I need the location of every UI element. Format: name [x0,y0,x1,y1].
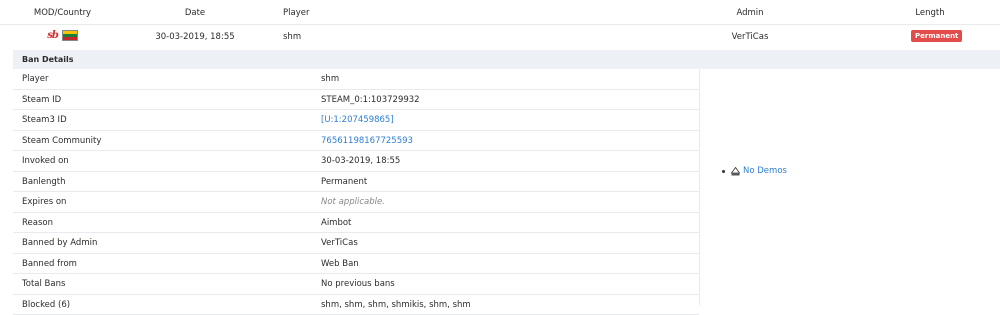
col-mod-country: MOD/Country [0,8,125,18]
detail-row-steam-id: Steam ID STEAM_0:1:103729932 [13,90,699,111]
detail-label: Steam Community [22,136,101,146]
detail-label: Banned from [22,259,77,269]
col-player: Player [283,8,309,18]
ban-details-title: Ban Details [13,50,1000,69]
detail-row-steam-community: Steam Community 76561198167725593 [13,131,699,152]
detail-value: 30-03-2019, 18:55 [321,156,400,166]
detail-label: Banlength [22,177,66,187]
detail-value: Aimbot [321,218,351,228]
detail-row-player: Player shm [13,69,699,90]
detail-label: Player [22,74,48,84]
ban-player: shm [283,32,301,42]
detail-value: Not applicable. [321,197,385,207]
detail-row-reason: Reason Aimbot [13,213,699,234]
table-header: MOD/Country Date Player Admin Length [0,0,1000,25]
col-date: Date [150,8,240,18]
demos-panel: No Demos [699,69,1000,305]
ban-date: 30-03-2019, 18:55 [150,32,240,42]
detail-row-banned-from: Banned from Web Ban [13,254,699,275]
col-length: Length [880,8,980,18]
detail-label: Blocked (6) [22,300,70,310]
col-admin: Admin [705,8,795,18]
ban-list-view: MOD/Country Date Player Admin Length sb … [0,0,1000,309]
detail-value: STEAM_0:1:103729932 [321,95,420,105]
detail-value: No previous bans [321,279,395,289]
mod-country-cell: sb [0,30,125,41]
detail-label: Total Bans [22,279,65,289]
detail-value: Permanent [321,177,367,187]
detail-label: Expires on [22,197,66,207]
steam-community-link[interactable]: 76561198167725593 [321,136,413,146]
steam3-link[interactable]: [U:1:207459865] [321,115,394,125]
bullet-icon [722,170,725,173]
ban-details-panel: Ban Details Player shm Steam ID STEAM_0:… [13,50,1000,315]
detail-value: VerTiCas [321,238,358,248]
detail-row-invoked-on: Invoked on 30-03-2019, 18:55 [13,151,699,172]
detail-label: Steam3 ID [22,115,67,125]
demo-item: No Demos [722,166,787,176]
detail-value: shm, shm, shm, shmikis, shm, shm [321,300,471,310]
detail-label: Banned by Admin [22,238,97,248]
ban-admin: VerTiCas [705,32,795,42]
ban-row[interactable]: sb 30-03-2019, 18:55 shm VerTiCas Perman… [0,25,1000,49]
detail-row-blocked: Blocked (6) shm, shm, shm, shmikis, shm,… [13,295,699,315]
detail-row-banlength: Banlength Permanent [13,172,699,193]
demo-icon [731,167,740,176]
detail-label: Reason [22,218,53,228]
detail-value: Web Ban [321,259,359,269]
detail-row-banned-by-admin: Banned by Admin VerTiCas [13,233,699,254]
detail-value: shm [321,74,339,84]
detail-row-total-bans: Total Bans No previous bans [13,274,699,295]
detail-row-steam3-id: Steam3 ID [U:1:207459865] [13,110,699,131]
country-flag-icon [62,30,78,41]
detail-row-expires-on: Expires on Not applicable. [13,192,699,213]
detail-label: Invoked on [22,156,69,166]
mod-icon: sb [47,30,58,41]
detail-label: Steam ID [22,95,61,105]
no-demos-link[interactable]: No Demos [743,166,787,176]
length-badge: Permanent [911,30,962,42]
